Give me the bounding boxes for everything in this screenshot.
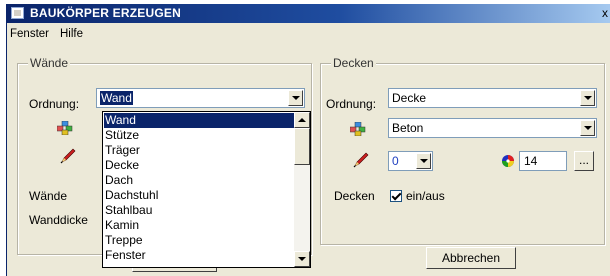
list-item[interactable]: Wand — [104, 113, 295, 128]
color-input[interactable]: 14 — [519, 151, 567, 171]
pen-icon[interactable] — [59, 147, 77, 165]
list-item[interactable]: Dachstuhl — [104, 188, 295, 203]
list-item[interactable]: Stahlbau — [104, 203, 295, 218]
cancel-button[interactable]: Abbrechen — [426, 247, 516, 269]
menu-fenster[interactable]: Fenster — [10, 28, 49, 40]
wall-thickness-label: Wanddicke — [29, 213, 88, 227]
scroll-thumb[interactable] — [294, 128, 310, 165]
pen-value: 0 — [392, 154, 399, 168]
color-wheel-icon[interactable] — [501, 154, 515, 168]
walls-order-dropdown-list: Wand Stütze Träger Decke Dach Dachstuhl … — [102, 111, 311, 268]
color-value: 14 — [524, 154, 538, 168]
list-item[interactable]: Treppe — [104, 233, 295, 248]
ceilings-group-legend: Decken — [331, 56, 376, 70]
walls-order-value: Wand — [100, 91, 133, 105]
ceilings-order-value: Decke — [392, 91, 427, 105]
dropdown-scrollbar[interactable] — [294, 112, 310, 267]
window-title: BAUKÖRPER ERZEUGEN — [30, 6, 181, 20]
scroll-up-icon[interactable] — [294, 112, 310, 128]
list-item[interactable]: Fenster — [104, 248, 295, 263]
close-button[interactable]: x — [599, 6, 610, 21]
pen-icon[interactable] — [352, 151, 370, 169]
menu-hilfe[interactable]: Hilfe — [60, 28, 83, 40]
walls-label: Wände — [29, 189, 68, 203]
list-item[interactable]: Decke — [104, 158, 295, 173]
ceilings-toggle-label: ein/aus — [406, 189, 445, 203]
ceilings-material-value: Beton — [392, 121, 424, 135]
list-item[interactable]: Stütze — [104, 128, 295, 143]
ceilings-order-label: Ordnung: — [326, 97, 377, 111]
chevron-down-icon[interactable] — [288, 90, 303, 106]
title-bar[interactable]: BAUKÖRPER ERZEUGEN x — [7, 4, 610, 23]
layers-icon[interactable] — [350, 122, 366, 136]
pen-combo[interactable]: 0 — [388, 151, 433, 171]
chevron-down-icon[interactable] — [580, 90, 595, 106]
color-ellipsis-button[interactable]: ... — [574, 151, 594, 171]
dialog-window: BAUKÖRPER ERZEUGEN x Fenster Hilfe Wände… — [6, 4, 610, 276]
walls-order-combo[interactable]: Wand — [96, 88, 305, 108]
list-item[interactable]: Träger — [104, 143, 295, 158]
chevron-down-icon[interactable] — [416, 153, 431, 169]
ceilings-label: Decken — [334, 189, 375, 203]
walls-order-label: Ordnung: — [29, 97, 80, 111]
chevron-down-icon[interactable] — [580, 120, 595, 136]
layers-icon[interactable] — [57, 121, 73, 135]
scroll-down-icon[interactable] — [294, 251, 310, 267]
ceilings-material-combo[interactable]: Beton — [388, 118, 597, 138]
list-item[interactable]: Kamin — [104, 218, 295, 233]
list-item[interactable]: Dach — [104, 173, 295, 188]
menu-bar: Fenster Hilfe — [7, 25, 610, 43]
walls-group-legend: Wände — [28, 56, 71, 70]
app-icon — [11, 7, 24, 19]
ceilings-order-combo[interactable]: Decke — [388, 88, 597, 108]
ceilings-toggle-checkbox[interactable] — [390, 190, 402, 202]
